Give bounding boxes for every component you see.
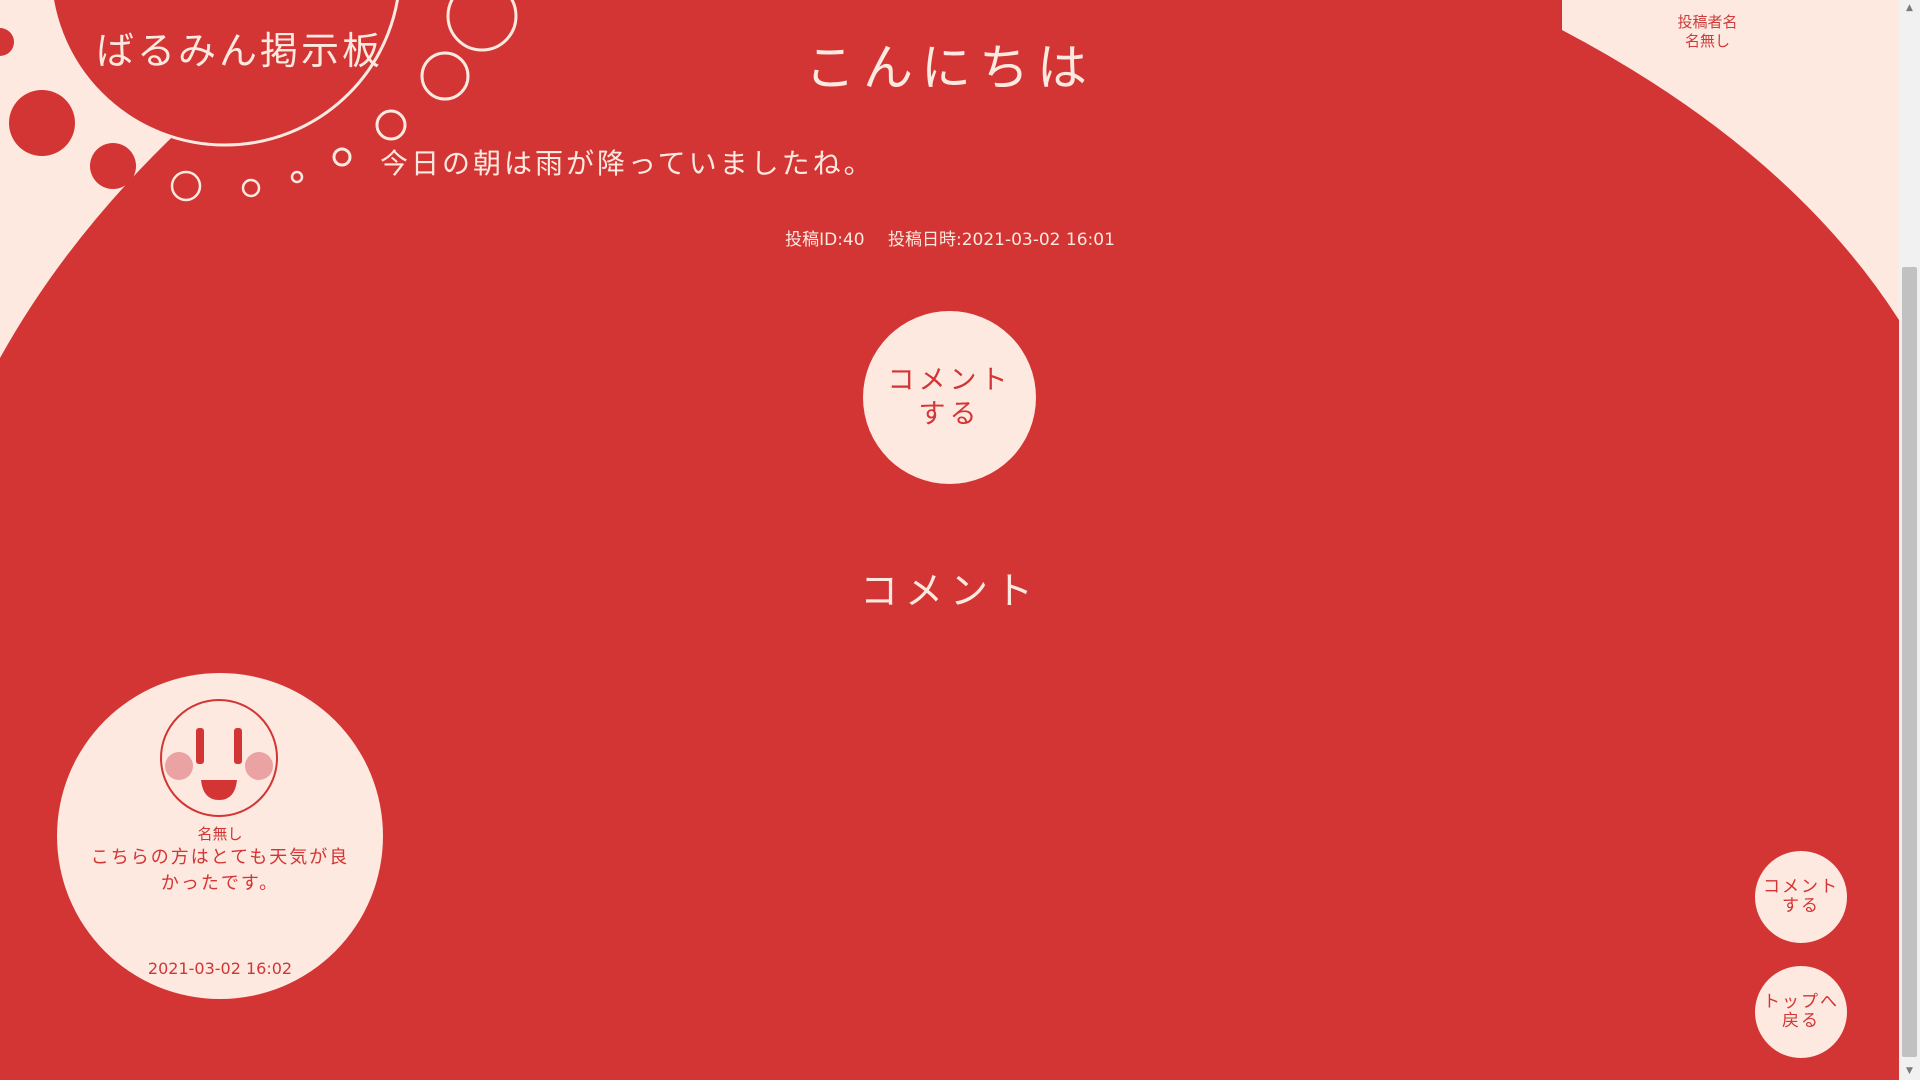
triangle-up-icon[interactable]: ▲ [1899, 0, 1920, 17]
post-date: 投稿日時:2021-03-02 16:01 [887, 230, 1115, 250]
post-title: こんにちは [805, 39, 1095, 97]
page: ばるみん掲示板 こんにちは 今日の朝は雨が降っていましたね。 投稿ID:40 投… [0, 0, 1920, 1080]
comment-card: 名無し こちらの方はとても天気が良かったです。 2021-03-02 16:02 [57, 673, 383, 999]
post-body: 今日の朝は雨が降っていましたね。 [380, 147, 875, 180]
bubble-outline [446, 0, 518, 52]
comment-text: こちらの方はとても天気が良かったです。 [90, 847, 350, 894]
scrollbar-thumb[interactable] [1902, 267, 1917, 1057]
author-panel-name: 名無し [1684, 32, 1730, 50]
bubble-filled [9, 90, 75, 156]
site-title[interactable]: ばるみん掲示板 [96, 20, 383, 75]
bubble-outline [375, 109, 407, 141]
bubble-outline [332, 147, 352, 167]
smiley-face-icon [160, 699, 278, 817]
post-meta: 投稿ID:40 投稿日時:2021-03-02 16:01 [680, 225, 1220, 250]
comment-date: 2021-03-02 16:02 [147, 959, 293, 978]
triangle-down-icon[interactable]: ▼ [1899, 1063, 1920, 1080]
bubble-outline [420, 51, 470, 101]
comment-button[interactable]: コメント する [863, 311, 1036, 484]
bubble-outline [290, 170, 304, 184]
comment-author: 名無し [197, 825, 243, 843]
bubble-outline [241, 178, 261, 198]
floating-comment-button[interactable]: コメント する [1755, 851, 1847, 943]
bubble-filled-small [90, 143, 136, 189]
scrollbar[interactable]: ▲ ▼ [1899, 0, 1920, 1080]
author-panel-label: 投稿者名 [1677, 13, 1738, 31]
back-to-top-button[interactable]: トップへ 戻る [1755, 966, 1847, 1058]
comments-section-title: コメント [859, 569, 1040, 613]
bubble-outline [170, 170, 202, 202]
author-panel: 投稿者名 名無し [1600, 13, 1815, 51]
post-id: 投稿ID:40 [785, 230, 865, 250]
